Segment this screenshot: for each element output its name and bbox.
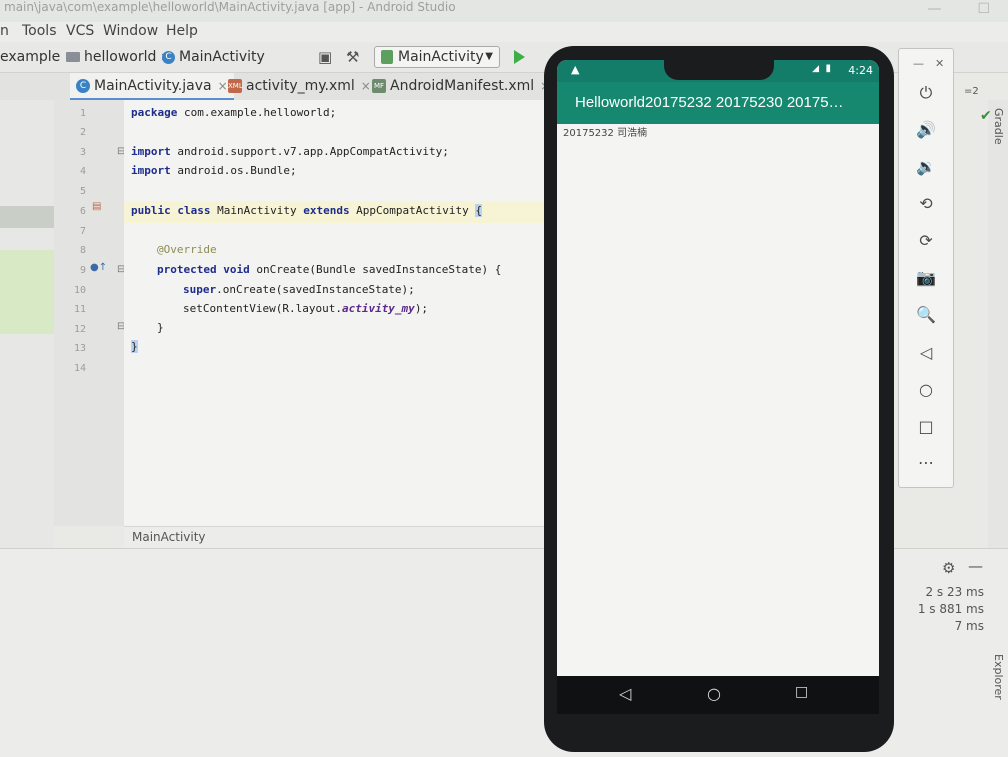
code-line-1: package com.example.helloworld; [131, 106, 337, 119]
build-timing: 2 s 23 ms [925, 585, 984, 599]
close-icon[interactable]: ✕ [935, 57, 944, 70]
hello-textview: 20175232 司浩楠 [563, 128, 648, 139]
code-line-4: import android.os.Bundle; [131, 164, 297, 177]
back-icon[interactable]: ◁ [619, 684, 631, 703]
window-title: main\java\com\example\helloworld\MainAct… [4, 0, 456, 14]
code-line-6: public class MainActivity extends AppCom… [131, 204, 483, 217]
editor-tab-bar: C MainActivity.java × XML activity_my.xml × … [0, 73, 560, 101]
power-icon[interactable]: ⏻ [899, 83, 953, 103]
android-module-icon [381, 50, 393, 64]
android-nav-bar: ◁ ○ □ [557, 676, 879, 714]
status-time: 4:24 [848, 64, 873, 77]
line-number: 9 [79, 265, 86, 276]
line-number: 4 [79, 166, 86, 177]
line-number: 8 [79, 245, 86, 256]
line-number: 13 [73, 343, 86, 354]
line-count-badge: =2 [964, 86, 979, 97]
rotate-right-icon[interactable]: ⟳ [899, 231, 953, 250]
more-icon[interactable]: ⋯ [899, 453, 953, 472]
build-hammer-icon[interactable]: ⚒ [346, 48, 359, 66]
dropdown-arrow-icon: ▼ [485, 51, 493, 62]
right-tool-strip [988, 100, 1008, 548]
phone-notch [664, 60, 774, 80]
warning-icon: ▲ [571, 63, 580, 76]
menu-item-window[interactable]: Window [103, 23, 158, 39]
class-icon: C [162, 50, 175, 64]
java-class-icon: C [76, 79, 90, 93]
line-number: 12 [73, 324, 86, 335]
tab-androidmanifest-xml[interactable]: MFAndroidManifest.xml× [366, 73, 556, 100]
code-line-10: super.onCreate(savedInstanceState); [183, 283, 415, 296]
folder-icon [66, 52, 80, 62]
emulator-screen[interactable]: ▲ ◢ ▮ 4:24 Helloworld20175232 20175230 2… [557, 60, 879, 676]
tab-mainactivity-java[interactable]: C MainActivity.java × [70, 73, 234, 100]
line-number: 14 [73, 363, 86, 374]
line-number: 3 [79, 147, 86, 158]
camera-icon[interactable]: 📷 [899, 268, 953, 287]
code-line-8: @Override [157, 243, 217, 256]
run-configuration-select[interactable]: MainActivity ▼ [374, 46, 500, 68]
line-number: 7 [79, 226, 86, 237]
overview-icon[interactable]: □ [899, 417, 953, 436]
menu-item-vcs[interactable]: VCS [66, 23, 94, 39]
breadcrumb-mainactivity[interactable]: C MainActivity [162, 49, 265, 65]
manifest-file-icon: MF [372, 79, 386, 93]
code-line-3: import android.support.v7.app.AppCompatA… [131, 145, 449, 158]
tab-activity-my-xml[interactable]: XML activity_my.xml × [222, 73, 377, 100]
code-line-12: } [157, 321, 164, 334]
code-line-11: setContentView(R.layout.activity_my); [183, 302, 429, 315]
editor-breadcrumb-footer[interactable]: MainActivity [124, 526, 560, 548]
check-icon: ✔ [980, 108, 992, 124]
back-icon[interactable]: ◁ [899, 343, 953, 362]
line-number: 2 [79, 127, 86, 138]
gradle-tool-tab[interactable]: Gradle [992, 108, 1005, 145]
rotate-left-icon[interactable]: ⟲ [899, 194, 953, 213]
run-icon[interactable] [514, 50, 525, 64]
line-number: 10 [73, 285, 86, 296]
menu-item-help[interactable]: Help [166, 23, 198, 39]
minimize-icon[interactable]: — [927, 2, 941, 16]
xml-layout-marker-icon[interactable]: ▤ [92, 201, 101, 212]
overview-icon[interactable]: □ [795, 684, 808, 700]
breadcrumb-helloworld[interactable]: helloworld › [66, 49, 166, 65]
menu-item-navigate[interactable]: n [0, 23, 9, 39]
project-selected-row [0, 206, 54, 228]
zoom-icon[interactable]: 🔍 [899, 305, 953, 324]
project-panel[interactable] [0, 100, 54, 548]
home-icon[interactable]: ○ [707, 684, 721, 703]
device-file-explorer-tab[interactable]: Device File Explorer [992, 654, 1008, 756]
xml-file-icon: XML [228, 79, 243, 93]
minimize-icon[interactable]: — [913, 57, 924, 70]
menu-bar: n Tools VCS Window Help [0, 22, 1008, 42]
line-number: 5 [79, 186, 86, 197]
window-title-bar: main\java\com\example\helloworld\MainAct… [0, 0, 1008, 22]
emulator-control-panel: — ✕ ⏻ 🔊 🔉 ⟲ ⟳ 📷 🔍 ◁ ○ □ ⋯ [898, 48, 954, 488]
app-toolbar-title: Helloworld20175232 20175230 20175… [557, 82, 879, 124]
window-controls: — ☐ [927, 2, 1008, 16]
build-timing: 1 s 881 ms [917, 602, 984, 616]
battery-icon: ▮ [825, 63, 831, 74]
breadcrumb-example[interactable]: example › [0, 49, 70, 65]
line-number: 1 [79, 108, 86, 119]
layout-icon[interactable]: ▣ [318, 48, 332, 66]
code-line-9: protected void onCreate(Bundle savedInst… [157, 263, 502, 276]
signal-icon: ◢ [812, 64, 819, 74]
hide-panel-icon[interactable]: — [968, 557, 983, 575]
volume-down-icon[interactable]: 🔉 [899, 157, 953, 176]
home-icon[interactable]: ○ [899, 380, 953, 399]
project-changed-rows [0, 250, 54, 334]
code-line-13: } [131, 340, 138, 353]
menu-item-tools[interactable]: Tools [22, 23, 57, 39]
gear-icon[interactable]: ⚙ [942, 559, 955, 577]
maximize-icon[interactable]: ☐ [977, 2, 990, 16]
line-number: 6 [79, 206, 86, 217]
build-timing: 7 ms [954, 619, 984, 633]
line-number: 11 [73, 304, 86, 315]
volume-up-icon[interactable]: 🔊 [899, 120, 953, 139]
override-marker-icon[interactable]: ●↑ [90, 262, 107, 273]
